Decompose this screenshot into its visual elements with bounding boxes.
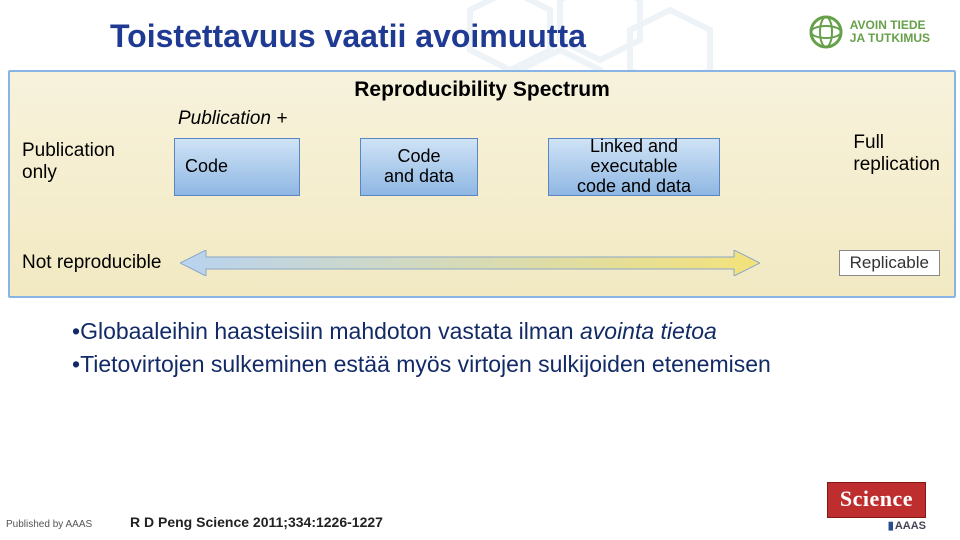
bullet-1: •Globaaleihin haasteisiin mahdoton vasta… (72, 318, 900, 345)
avoin-tiede-logo: AVOIN TIEDE JA TUTKIMUS (808, 14, 930, 50)
spectrum-heading: Reproducibility Spectrum (10, 78, 954, 102)
publication-plus-label: Publication + (178, 108, 287, 130)
bullet-list: •Globaaleihin haasteisiin mahdoton vasta… (72, 318, 900, 384)
replicable-label-box: Replicable (839, 250, 940, 276)
not-reproducible-label: Not reproducible (22, 252, 161, 274)
slide-title: Toistettavuus vaatii avoimuutta (110, 18, 586, 55)
stage-code: Code (174, 138, 300, 196)
aaas-logo: ▮AAAS (888, 519, 926, 532)
logo-line2: JA TUTKIMUS (850, 32, 930, 45)
reproducibility-spectrum-figure: Reproducibility Spectrum Publication + P… (8, 70, 956, 298)
globe-icon (808, 14, 844, 50)
spectrum-arrow (180, 250, 760, 276)
full-replication-label: Fullreplication (853, 132, 940, 176)
stage-code-and-data: Codeand data (360, 138, 478, 196)
science-journal-logo: Science (827, 482, 926, 518)
publication-only-label: Publicationonly (22, 140, 115, 184)
stage-linked-executable: Linked andexecutablecode and data (548, 138, 720, 196)
bullet-2: •Tietovirtojen sulkeminen estää myös vir… (72, 351, 900, 378)
published-by-label: Published by AAAS (6, 519, 92, 530)
citation-text: R D Peng Science 2011;334:1226-1227 (130, 514, 383, 530)
